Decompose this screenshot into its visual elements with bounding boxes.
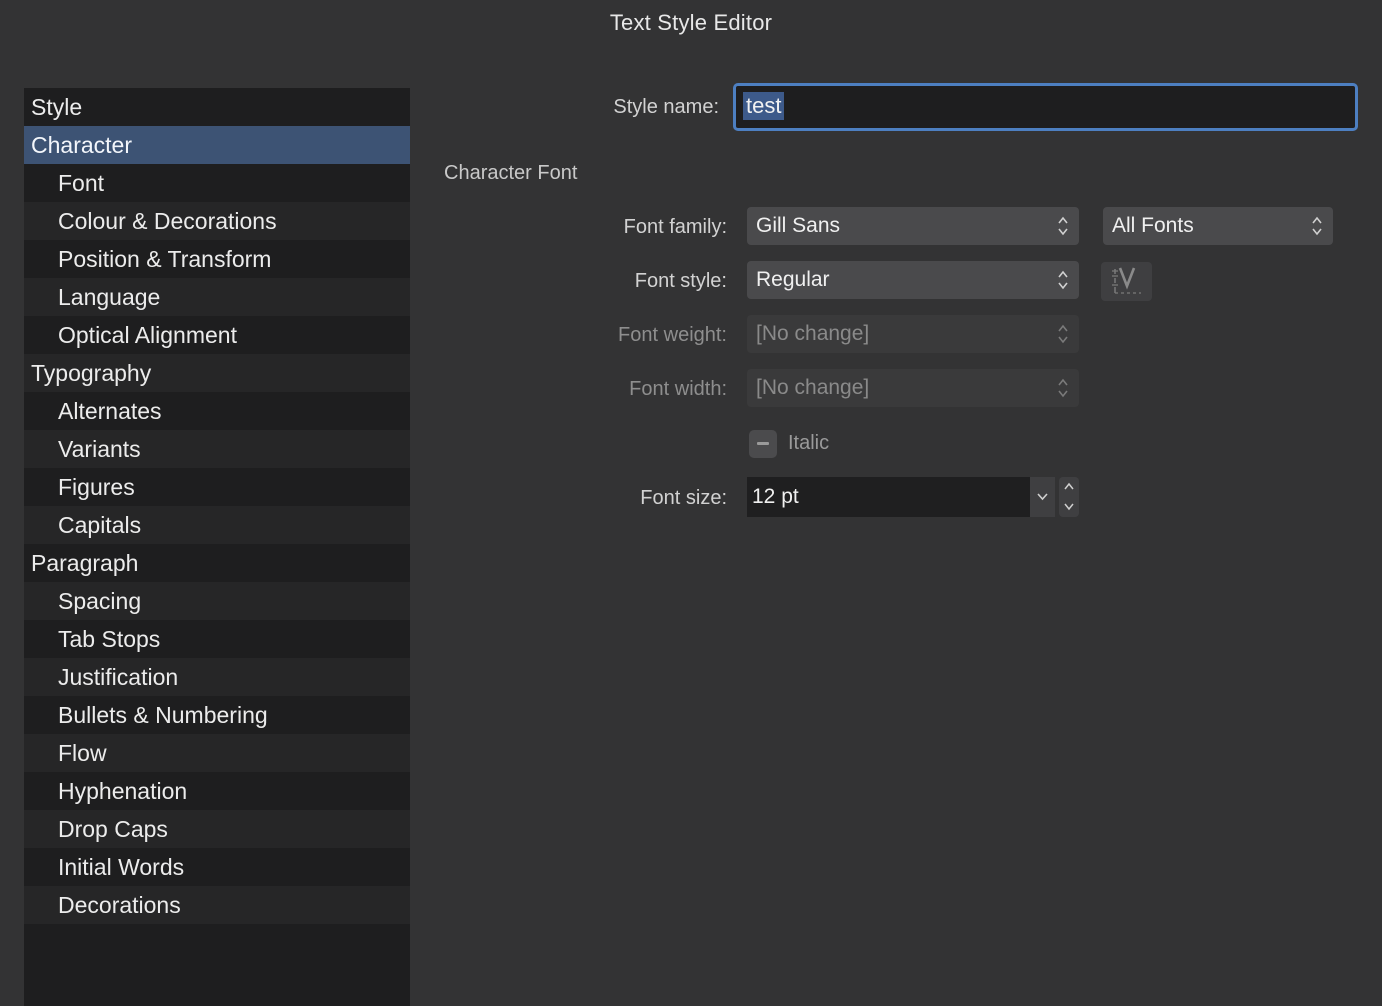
sidebar-item-hyphenation[interactable]: Hyphenation	[24, 772, 410, 810]
font-weight-label: Font weight:	[618, 324, 727, 346]
sidebar-item-language[interactable]: Language	[24, 278, 410, 316]
section-title: Character Font	[444, 162, 578, 184]
sidebar-item-typography[interactable]: Typography	[24, 354, 410, 392]
sidebar-item-colour-decorations[interactable]: Colour & Decorations	[24, 202, 410, 240]
sidebar-item-font[interactable]: Font	[24, 164, 410, 202]
font-size-dropdown-button[interactable]	[1030, 477, 1055, 517]
sidebar-item-variants[interactable]: Variants	[24, 430, 410, 468]
font-family-label: Font family:	[623, 216, 727, 238]
italic-label: Italic	[788, 432, 830, 454]
sidebar-item-initial-words[interactable]: Initial Words	[24, 848, 410, 886]
style-name-input[interactable]: test	[733, 83, 1358, 131]
updown-chevron-icon	[1057, 377, 1069, 399]
sidebar-item-character[interactable]: Character	[24, 126, 410, 164]
updown-chevron-icon	[1057, 269, 1069, 291]
style-name-label: Style name:	[613, 96, 719, 118]
font-weight-value: [No change]	[756, 322, 870, 345]
font-style-label: Font style:	[634, 270, 727, 292]
font-weight-select[interactable]: [No change]	[747, 315, 1079, 353]
stepper-arrows-icon	[1064, 482, 1074, 511]
sidebar-item-decorations[interactable]: Decorations	[24, 886, 410, 924]
chevron-down-icon	[1037, 493, 1048, 501]
sidebar-item-tab-stops[interactable]: Tab Stops	[24, 620, 410, 658]
font-size-label: Font size:	[640, 487, 727, 509]
sidebar-item-drop-caps[interactable]: Drop Caps	[24, 810, 410, 848]
sidebar-item-justification[interactable]: Justification	[24, 658, 410, 696]
sidebar-item-capitals[interactable]: Capitals	[24, 506, 410, 544]
category-sidebar: Style Character Font Colour & Decorations Po…	[24, 88, 410, 1006]
style-name-value: test	[743, 92, 785, 120]
font-size-value: 12 pt	[752, 485, 799, 508]
italic-checkbox[interactable]	[749, 430, 777, 458]
updown-chevron-icon	[1311, 215, 1323, 237]
sidebar-item-alternates[interactable]: Alternates	[24, 392, 410, 430]
font-width-value: [No change]	[756, 376, 870, 399]
window-title: Text Style Editor	[609, 10, 773, 35]
sidebar-item-spacing[interactable]: Spacing	[24, 582, 410, 620]
updown-chevron-icon	[1057, 215, 1069, 237]
font-style-select[interactable]: Regular	[747, 261, 1079, 299]
font-family-select[interactable]: Gill Sans	[747, 207, 1079, 245]
sidebar-item-optical-alignment[interactable]: Optical Alignment	[24, 316, 410, 354]
sidebar-item-position-transform[interactable]: Position & Transform	[24, 240, 410, 278]
font-width-label: Font width:	[629, 378, 727, 400]
font-size-input[interactable]: 12 pt	[747, 477, 1030, 517]
sidebar-item-bullets-numbering[interactable]: Bullets & Numbering	[24, 696, 410, 734]
sidebar-item-flow[interactable]: Flow	[24, 734, 410, 772]
font-style-value: Regular	[756, 268, 830, 291]
variable-font-button[interactable]	[1101, 262, 1152, 301]
updown-chevron-icon	[1057, 323, 1069, 345]
font-family-value: Gill Sans	[756, 214, 841, 237]
font-collection-value: All Fonts	[1112, 214, 1194, 237]
variable-font-icon	[1112, 267, 1141, 294]
sidebar-item-paragraph[interactable]: Paragraph	[24, 544, 410, 582]
sidebar-item-figures[interactable]: Figures	[24, 468, 410, 506]
sidebar-item-style[interactable]: Style	[24, 88, 410, 126]
font-size-stepper[interactable]	[1059, 477, 1079, 517]
font-width-select[interactable]: [No change]	[747, 369, 1079, 407]
font-collection-select[interactable]: All Fonts	[1103, 207, 1333, 245]
